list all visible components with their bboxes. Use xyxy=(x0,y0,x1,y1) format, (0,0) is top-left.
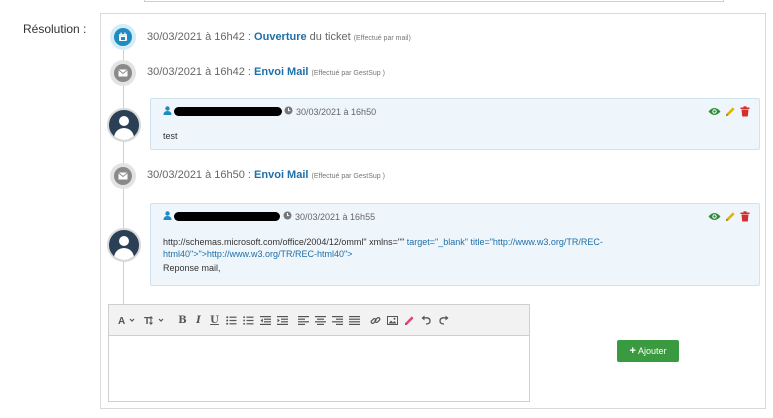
eraser-icon[interactable] xyxy=(403,310,415,330)
avatar xyxy=(107,228,141,262)
comment-link-text[interactable]: target="_blank" title="http://www.w3.org… xyxy=(404,237,603,247)
previous-field-bottom-edge xyxy=(144,0,724,2)
event-author: (Effectué par GestSup ) xyxy=(311,70,385,77)
event-action: Envoi Mail xyxy=(254,169,309,181)
timeline-event-open: 30/03/2021 à 16h42 : Ouverture du ticket… xyxy=(147,31,411,43)
underline-icon[interactable]: U xyxy=(209,310,220,330)
font-icon[interactable]: A xyxy=(117,310,139,330)
eye-icon[interactable] xyxy=(708,107,721,116)
numbered-list-icon[interactable] xyxy=(242,310,254,330)
undo-icon[interactable] xyxy=(420,310,432,330)
event-date: 30/03/2021 à 16h50 : xyxy=(147,169,251,181)
comment-text-plain: http://schemas.microsoft.com/office/2004… xyxy=(163,237,405,247)
trash-icon[interactable] xyxy=(740,106,750,117)
comment-header: 30/03/2021 à 16h50 xyxy=(163,106,376,117)
editor-content-area[interactable] xyxy=(109,336,529,401)
plus-icon: + xyxy=(629,345,636,357)
svg-text:T: T xyxy=(144,316,150,325)
redacted-username xyxy=(174,212,280,221)
comment-body: http://schemas.microsoft.com/office/2004… xyxy=(163,236,603,274)
event-action-rest: du ticket xyxy=(306,31,351,43)
pencil-icon[interactable] xyxy=(725,211,736,222)
resolution-editor[interactable]: A T B I U xyxy=(108,304,530,402)
justify-icon[interactable] xyxy=(348,310,360,330)
comment-link-text-3[interactable]: >http://www.w3.org/TR/REC-html40"> xyxy=(202,249,353,259)
align-left-icon[interactable] xyxy=(297,310,309,330)
comment-header: 30/03/2021 à 16h55 xyxy=(163,211,375,222)
resolution-panel: 30/03/2021 à 16h42 : Ouverture du ticket… xyxy=(100,13,766,409)
comment-card: 30/03/2021 à 16h55 http://schemas.micros… xyxy=(150,203,760,286)
editor-toolbar: A T B I U xyxy=(109,305,529,336)
pencil-icon[interactable] xyxy=(725,106,736,117)
comment-line-1: http://schemas.microsoft.com/office/2004… xyxy=(163,236,603,248)
comment-actions xyxy=(704,106,750,117)
avatar xyxy=(107,108,141,142)
eye-icon[interactable] xyxy=(708,212,721,221)
comment-date: 30/03/2021 à 16h50 xyxy=(296,106,377,117)
link-icon[interactable] xyxy=(369,310,381,330)
trash-icon[interactable] xyxy=(740,211,750,222)
italic-icon[interactable]: I xyxy=(193,310,204,330)
redo-icon[interactable] xyxy=(437,310,449,330)
redacted-username xyxy=(174,107,282,116)
indent-icon[interactable] xyxy=(276,310,288,330)
event-action: Envoi Mail xyxy=(254,66,309,78)
event-date: 30/03/2021 à 16h42 : xyxy=(147,66,251,78)
comment-link-text-2[interactable]: html40">" xyxy=(163,249,202,259)
timeline-event-mail-1: 30/03/2021 à 16h42 : Envoi Mail (Effectu… xyxy=(147,66,385,78)
comment-body: test xyxy=(163,130,178,142)
user-icon xyxy=(163,211,172,222)
image-icon[interactable] xyxy=(386,310,398,330)
event-author: (Effectué par GestSup ) xyxy=(311,173,385,180)
add-button-label: Ajouter xyxy=(637,346,667,356)
resolution-label: Résolution : xyxy=(23,22,87,36)
clock-icon xyxy=(284,106,293,117)
timeline-event-mail-2: 30/03/2021 à 16h50 : Envoi Mail (Effectu… xyxy=(147,169,385,181)
comment-line-3: Reponse mail, xyxy=(163,263,221,273)
outdent-icon[interactable] xyxy=(259,310,271,330)
event-author: (Effectué par mail) xyxy=(353,35,411,42)
text-height-icon[interactable]: T xyxy=(144,310,168,330)
bullet-list-icon[interactable] xyxy=(225,310,237,330)
event-date: 30/03/2021 à 16h42 : xyxy=(147,31,251,43)
envelope-icon xyxy=(110,60,136,86)
align-right-icon[interactable] xyxy=(331,310,343,330)
comment-line-2: html40">">http://www.w3.org/TR/REC-html4… xyxy=(163,248,603,260)
clock-icon xyxy=(283,211,292,222)
align-center-icon[interactable] xyxy=(314,310,326,330)
bold-icon[interactable]: B xyxy=(177,310,188,330)
comment-card: 30/03/2021 à 16h50 test xyxy=(150,98,760,150)
add-button[interactable]: + Ajouter xyxy=(617,340,679,362)
event-action: Ouverture xyxy=(254,31,307,43)
calendar-icon xyxy=(110,24,136,50)
comment-date: 30/03/2021 à 16h55 xyxy=(295,211,376,222)
comment-actions xyxy=(704,211,750,222)
envelope-icon xyxy=(110,163,136,189)
user-icon xyxy=(163,106,172,117)
comment-line: test xyxy=(163,131,178,141)
svg-text:A: A xyxy=(118,316,125,325)
